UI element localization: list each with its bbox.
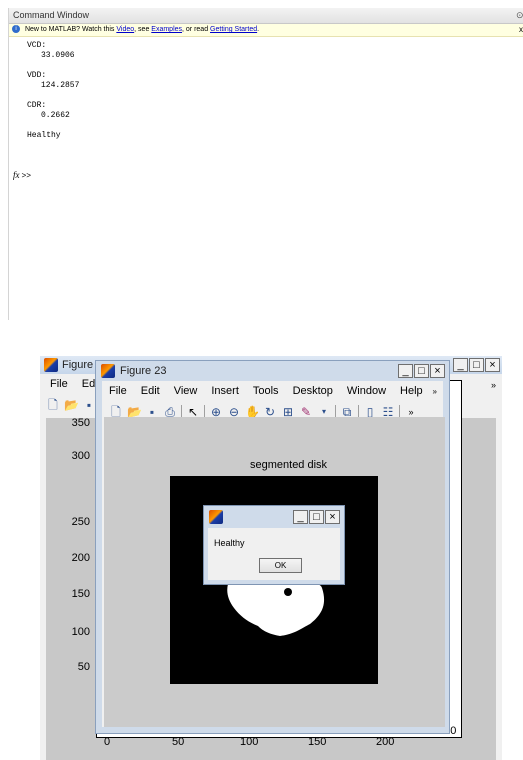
info-sep1: , see: [134, 26, 152, 33]
xtick-50: 50: [172, 736, 185, 748]
output-value-cdr: 0.2662: [41, 111, 70, 120]
ytick-150: 150: [71, 588, 90, 600]
getting-started-link[interactable]: Getting Started: [210, 26, 257, 33]
matlab-logo-icon: [44, 358, 58, 372]
ytick-200: 200: [71, 552, 90, 564]
save-icon[interactable]: ▪: [82, 398, 96, 412]
info-sep2: , or read: [182, 26, 211, 33]
figure-23-titlebar[interactable]: Figure 23 _ □ ×: [96, 361, 449, 381]
command-window: Command Window ⊙ i New to MATLAB? Watch …: [8, 8, 523, 320]
fx-icon[interactable]: fx: [13, 170, 20, 180]
minimize-button[interactable]: _: [453, 358, 468, 372]
figure-23-menubar: File Edit View Insert Tools Desktop Wind…: [109, 385, 437, 397]
menu-file[interactable]: File: [50, 378, 68, 390]
info-close-button[interactable]: x: [519, 24, 523, 36]
video-link[interactable]: Video: [116, 26, 134, 33]
info-bar: i New to MATLAB? Watch this Video, see E…: [9, 24, 523, 37]
ytick-300: 300: [71, 450, 90, 462]
menu-tools[interactable]: Tools: [253, 385, 279, 397]
command-window-title: Command Window ⊙: [9, 8, 523, 24]
figure-14-toolbar: 🗋 📂 ▪: [46, 398, 100, 412]
dialog-message: Healthy: [214, 538, 245, 548]
close-button[interactable]: ×: [430, 364, 445, 378]
message-dialog: _ □ × Healthy OK: [203, 505, 345, 585]
info-prefix: New to MATLAB? Watch this: [24, 26, 117, 33]
maximize-button[interactable]: □: [309, 510, 324, 524]
ytick-50: 50: [77, 661, 90, 673]
disk-mask-shape: [227, 578, 325, 636]
info-suffix: .: [257, 26, 260, 33]
mask-speck: [314, 592, 318, 596]
maximize-button[interactable]: □: [469, 358, 484, 372]
dialog-body: Healthy OK: [208, 528, 340, 580]
minimize-button[interactable]: _: [293, 510, 308, 524]
ytick-100: 100: [71, 626, 90, 638]
output-label-cdr: CDR:: [27, 101, 47, 110]
axes-title: segmented disk: [250, 459, 328, 471]
figure-23-title: Figure 23: [120, 365, 167, 377]
command-window-title-text: Command Window: [13, 10, 90, 20]
output-value-vcd: 33.0906: [41, 51, 75, 60]
info-icon: i: [12, 25, 20, 34]
output-result: Healthy: [27, 131, 61, 140]
mask-speck: [317, 603, 323, 609]
close-button[interactable]: ×: [485, 358, 500, 372]
new-file-icon[interactable]: 🗋: [46, 398, 60, 412]
mask-speck: [266, 624, 270, 628]
open-folder-icon[interactable]: 📂: [64, 398, 79, 412]
menu-window[interactable]: Window: [347, 385, 386, 397]
matlab-logo-icon: [209, 510, 223, 524]
ytick-250: 250: [71, 516, 90, 528]
command-output: VCD: 33.0906 VDD: 124.2857 CDR: 0.2662 H…: [9, 37, 523, 141]
menu-overflow-icon[interactable]: »: [433, 387, 437, 396]
output-value-vdd: 124.2857: [41, 81, 80, 90]
xtick-150: 150: [308, 736, 327, 748]
output-label-vcd: VCD:: [27, 41, 47, 50]
menu-edit[interactable]: Edit: [141, 385, 160, 397]
examples-link[interactable]: Examples: [151, 26, 182, 33]
menu-view[interactable]: View: [174, 385, 198, 397]
dialog-titlebar[interactable]: _ □ ×: [204, 506, 344, 528]
menu-insert[interactable]: Insert: [211, 385, 239, 397]
xtick-200: 200: [376, 736, 395, 748]
menu-file[interactable]: File: [109, 385, 127, 397]
prompt-symbol: >>: [21, 172, 32, 181]
ok-button[interactable]: OK: [259, 558, 302, 573]
ytick-350: 350: [71, 417, 90, 429]
minimize-button[interactable]: _: [398, 364, 413, 378]
matlab-logo-icon: [101, 364, 115, 378]
toolbar-overflow-icon[interactable]: »: [491, 380, 496, 390]
panel-action-icon[interactable]: ⊙: [516, 8, 523, 23]
xtick-100: 100: [240, 736, 259, 748]
command-prompt[interactable]: fx >>: [13, 170, 31, 181]
mask-speck: [235, 595, 241, 601]
xtick-0: 0: [104, 736, 111, 748]
maximize-button[interactable]: □: [414, 364, 429, 378]
mask-hole: [284, 588, 292, 596]
menu-help[interactable]: Help: [400, 385, 423, 397]
menu-desktop[interactable]: Desktop: [293, 385, 333, 397]
close-button[interactable]: ×: [325, 510, 340, 524]
output-label-vdd: VDD:: [27, 71, 47, 80]
